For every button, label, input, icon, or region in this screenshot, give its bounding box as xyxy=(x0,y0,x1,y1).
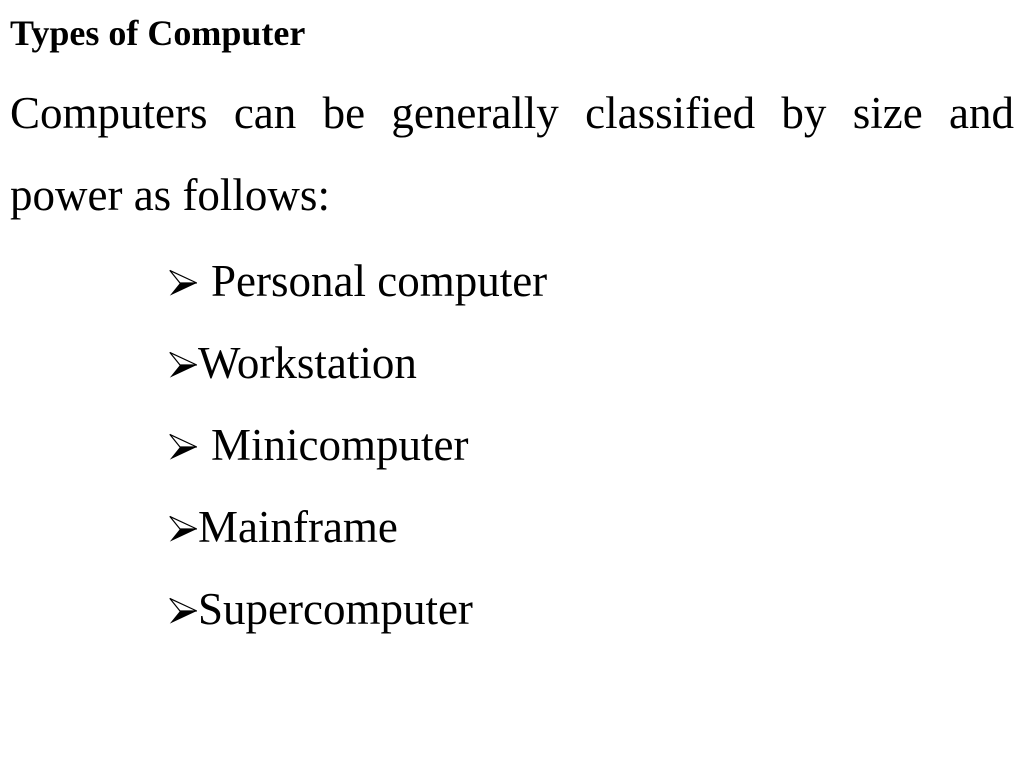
arrowhead-bullet-icon xyxy=(168,514,198,544)
intro-paragraph-line-1: Computers can be generally classified by… xyxy=(10,88,1014,138)
list-item[interactable]: Workstation xyxy=(168,322,1024,404)
arrowhead-bullet-icon xyxy=(168,350,198,380)
list-item-label: Supercomputer xyxy=(198,584,473,634)
list-item[interactable]: Supercomputer xyxy=(168,568,1024,650)
list-item-label: Personal computer xyxy=(211,256,548,306)
list-item-label: Minicomputer xyxy=(211,420,469,470)
intro-paragraph-line-2: power as follows: xyxy=(10,170,330,220)
list-item[interactable]: Mainframe xyxy=(168,486,1024,568)
arrowhead-bullet-icon xyxy=(168,268,198,298)
page-title: Types of Computer xyxy=(10,13,306,53)
arrowhead-bullet-icon xyxy=(168,596,198,626)
list-item-label: Mainframe xyxy=(198,502,398,552)
list-item[interactable]: Personal computer xyxy=(168,240,1024,322)
arrowhead-bullet-icon xyxy=(168,432,198,462)
slide-canvas: Types of Computer Computers can be gener… xyxy=(0,0,1024,768)
list-item-label: Workstation xyxy=(198,338,417,388)
list-item[interactable]: Minicomputer xyxy=(168,404,1024,486)
computer-types-list: Personal computer Workstation Minicomput… xyxy=(168,240,1024,650)
intro-paragraph: Computers can be generally classified by… xyxy=(10,72,1014,236)
